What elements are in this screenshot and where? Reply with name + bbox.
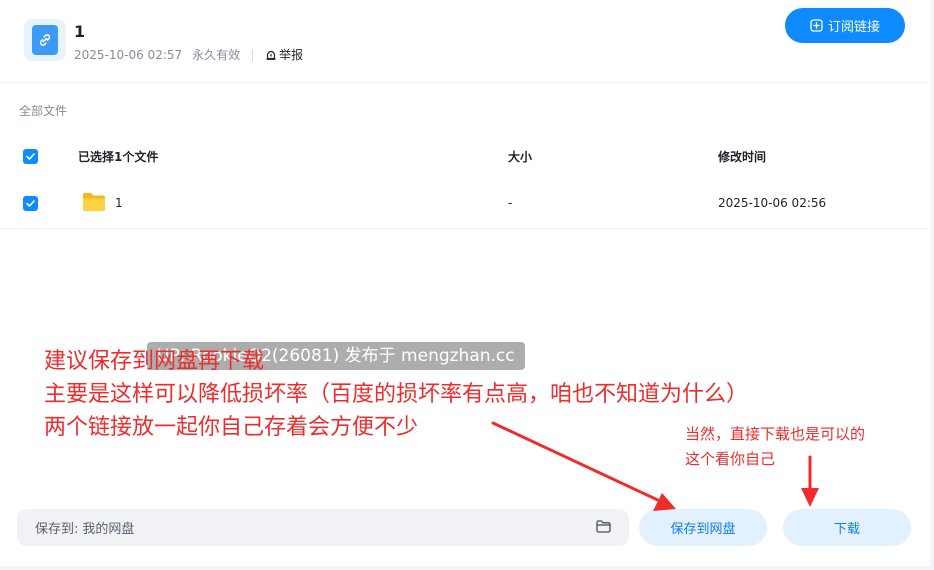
arrow-to-download-button (801, 455, 819, 507)
annotation-arrows (491, 421, 819, 511)
arrow-to-save-button (491, 421, 676, 511)
